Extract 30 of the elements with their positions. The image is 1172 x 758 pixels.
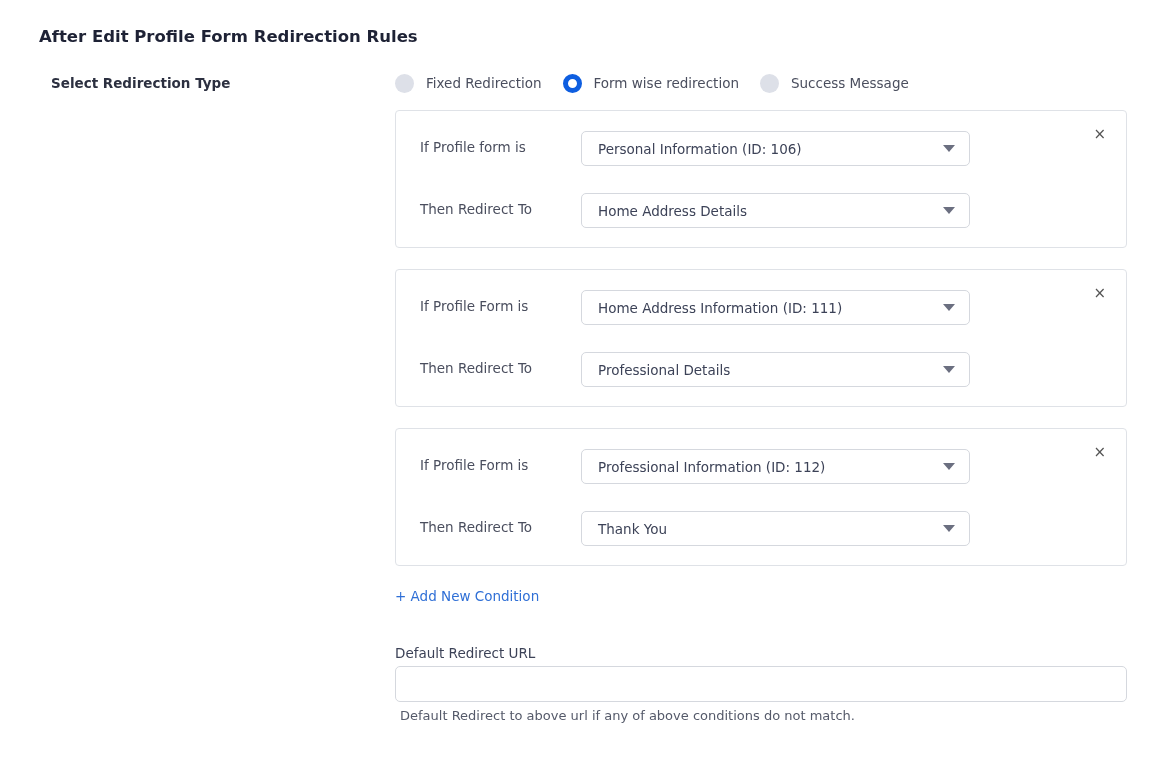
caret-icon bbox=[943, 207, 955, 214]
field-label: Then Redirect To bbox=[420, 201, 534, 217]
field-label: If Profile form is bbox=[420, 139, 527, 155]
caret-icon bbox=[943, 304, 955, 311]
caret-icon bbox=[943, 366, 955, 373]
add-condition-link[interactable]: + Add New Condition bbox=[395, 588, 540, 604]
field-label: Default Redirect URL bbox=[395, 645, 537, 661]
caret-icon bbox=[943, 525, 955, 532]
close-button[interactable]: × bbox=[1093, 443, 1106, 461]
field-label: Then Redirect To bbox=[420, 360, 534, 376]
close-button[interactable]: × bbox=[1093, 284, 1106, 302]
select-dropdown[interactable]: Professional Information (ID: 112) bbox=[581, 449, 970, 484]
section-title: After Edit Profile Form Redirection Rules bbox=[39, 27, 419, 46]
help-text: Default Redirect to above url if any of above conditions do not match. bbox=[400, 708, 856, 723]
caret-icon bbox=[943, 463, 955, 470]
caret-icon bbox=[943, 145, 955, 152]
select-dropdown[interactable]: Personal Information (ID: 106) bbox=[581, 131, 970, 166]
radio-option[interactable]: Fixed Redirection bbox=[395, 73, 542, 93]
select-dropdown[interactable]: Thank You bbox=[581, 511, 970, 546]
field-label: Select Redirection Type bbox=[51, 74, 232, 91]
url-input-field[interactable] bbox=[395, 666, 1127, 702]
field-label: Then Redirect To bbox=[420, 519, 534, 535]
field-label: If Profile Form is bbox=[420, 457, 530, 473]
select-dropdown[interactable]: Professional Details bbox=[581, 352, 970, 387]
radio-option[interactable]: Success Message bbox=[759, 73, 909, 93]
radio-option[interactable]: Form wise redirection bbox=[562, 73, 739, 93]
field-label: If Profile Form is bbox=[420, 298, 530, 314]
select-dropdown[interactable]: Home Address Information (ID: 111) bbox=[581, 290, 970, 325]
select-dropdown[interactable]: Home Address Details bbox=[581, 193, 970, 228]
close-button[interactable]: × bbox=[1093, 125, 1106, 143]
